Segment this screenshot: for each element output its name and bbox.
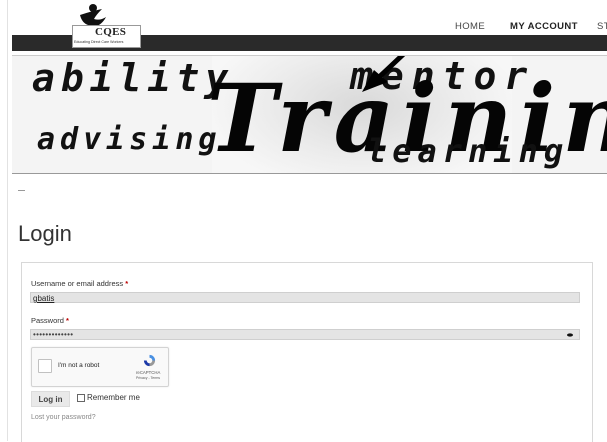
remember-me-label: Remember me (87, 393, 140, 402)
recaptcha-terms-link[interactable]: Privacy - Terms (136, 376, 160, 380)
required-marker: * (125, 279, 129, 288)
required-marker: * (66, 316, 69, 325)
remember-me[interactable]: Remember me (77, 393, 140, 402)
login-form: Username or email address * gbatis Passw… (21, 262, 593, 442)
username-label: Username or email address * (31, 279, 129, 288)
logo-text: CQES (95, 26, 127, 38)
remember-me-checkbox[interactable] (77, 393, 85, 402)
password-label: Password * (31, 316, 69, 325)
arrow-icon (362, 56, 406, 92)
recaptcha-brand: reCAPTCHA (136, 370, 161, 375)
nav-my-account[interactable]: MY ACCOUNT (510, 21, 578, 32)
recaptcha-logo-icon (143, 354, 156, 367)
banner-word-ability: ability (32, 56, 235, 100)
password-mask: ••••••••••••• (33, 330, 74, 339)
recaptcha-checkbox[interactable] (38, 359, 52, 373)
nav-home[interactable]: HOME (455, 21, 485, 32)
username-value: gbatis (33, 294, 55, 303)
password-field[interactable]: ••••••••••••• (30, 329, 580, 340)
breadcrumb-divider (18, 190, 25, 191)
username-field[interactable]: gbatis (30, 292, 580, 303)
show-password-icon[interactable] (567, 333, 573, 337)
banner-word-advising: advising (37, 122, 222, 157)
nav-item-cut-off[interactable]: ST (597, 21, 607, 32)
page-title: Login (18, 221, 72, 246)
recaptcha-label: I'm not a robot (58, 362, 100, 369)
logo-tagline: Educating Direct Care Workers (74, 40, 124, 44)
site-logo[interactable]: CQES Educating Direct Care Workers (62, 3, 141, 48)
banner-word-learning: learning (367, 132, 570, 170)
page-left-border (7, 0, 8, 441)
training-banner: ability mentor Trainin advising learning (12, 55, 607, 174)
lost-password-link[interactable]: Lost your password? (31, 414, 96, 421)
login-button[interactable]: Log in (31, 391, 70, 407)
recaptcha-widget: I'm not a robot reCAPTCHA Privacy - Term… (31, 347, 169, 387)
